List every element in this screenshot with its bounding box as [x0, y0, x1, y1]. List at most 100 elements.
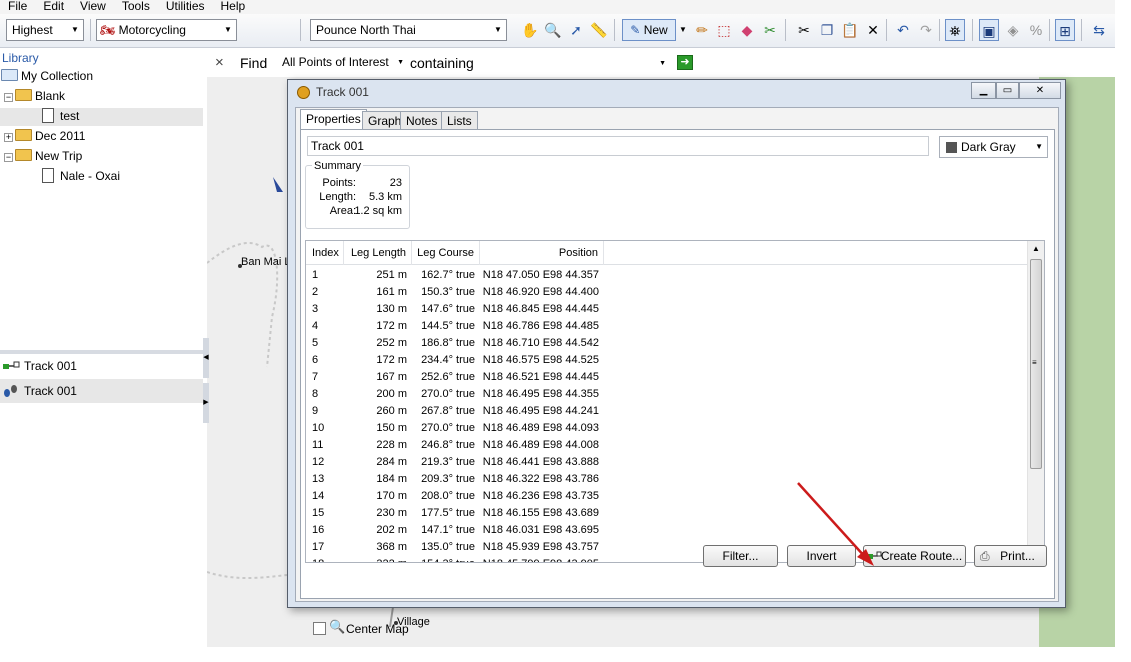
collapse-icon[interactable]: − — [4, 93, 13, 102]
table-row[interactable]: 1 251 m 162.7° true N18 47.050 E98 44.357 — [306, 267, 1028, 284]
collapse-icon[interactable]: − — [4, 153, 13, 162]
table-row[interactable]: 14 170 m 208.0° true N18 46.236 E98 43.735 — [306, 488, 1028, 505]
tree-item-test[interactable]: test — [0, 108, 203, 126]
table-row[interactable]: 3 130 m 147.6° true N18 46.845 E98 44.445 — [306, 301, 1028, 318]
tree-item-nale-oxai[interactable]: Nale - Oxai — [42, 168, 120, 184]
track-list-item-selected[interactable]: Track 001 — [0, 379, 203, 403]
measure-ruler-icon[interactable]: 📏 — [589, 19, 609, 41]
print-button[interactable]: ⎙ Print... — [974, 545, 1047, 567]
3d-view-icon[interactable]: ◈ — [1003, 19, 1023, 41]
find-binoculars-icon[interactable]: ⛯ — [945, 19, 965, 41]
tab-lists[interactable]: Lists — [441, 111, 478, 130]
tree-item-blank[interactable]: − Blank — [4, 88, 65, 104]
column-header-index[interactable]: Index — [306, 241, 344, 265]
table-row[interactable]: 10 150 m 270.0° true N18 46.489 E98 44.093 — [306, 420, 1028, 437]
tree-item-label: My Collection — [21, 69, 94, 83]
track-points-table[interactable]: Index Leg Length Leg Course Position 1 25… — [305, 240, 1045, 563]
percent-view-icon[interactable]: % — [1026, 19, 1046, 41]
copy-icon[interactable]: ❐ — [817, 19, 837, 41]
track-list-item[interactable]: Track 001 — [0, 354, 203, 378]
menu-view[interactable]: View — [72, 0, 114, 14]
eraser-icon[interactable]: ◆ — [737, 19, 757, 41]
tab-notes[interactable]: Notes — [400, 111, 444, 130]
tree-item-dec-2011[interactable]: + Dec 2011 — [4, 128, 85, 144]
menu-utilities[interactable]: Utilities — [158, 0, 213, 14]
new-button[interactable]: ✎ New — [622, 19, 676, 41]
cell-leg-length: 251 m — [376, 269, 407, 281]
redo-icon[interactable]: ↷ — [916, 19, 936, 41]
select-arrow-icon[interactable]: ➚ — [566, 19, 586, 41]
table-row[interactable]: 5 252 m 186.8° true N18 46.710 E98 44.542 — [306, 335, 1028, 352]
column-header-leg-course[interactable]: Leg Course — [412, 241, 480, 265]
table-row[interactable]: 12 284 m 219.3° true N18 46.441 E98 43.888 — [306, 454, 1028, 471]
table-row[interactable]: 7 167 m 252.6° true N18 46.521 E98 44.445 — [306, 369, 1028, 386]
track-name-input[interactable]: Track 001 — [307, 136, 929, 156]
map-source-select[interactable]: Pounce North Thai ▼ — [310, 19, 507, 41]
tree-item-label: New Trip — [35, 149, 83, 163]
search-input[interactable]: containing ▼ — [408, 53, 670, 74]
menu-file[interactable]: File — [0, 0, 35, 14]
table-row[interactable]: 15 230 m 177.5° true N18 46.155 E98 43.689 — [306, 505, 1028, 522]
2d-view-icon[interactable]: ▣ — [979, 19, 999, 41]
invert-button[interactable]: Invert — [787, 545, 856, 567]
hand-tool-icon[interactable]: ✋ — [520, 19, 540, 41]
column-header-leg-length[interactable]: Leg Length — [344, 241, 412, 265]
activity-select[interactable]: 🏍 Motorcycling ▼ — [96, 19, 237, 41]
table-row[interactable]: 11 228 m 246.8° true N18 46.489 E98 44.008 — [306, 437, 1028, 454]
new-dropdown-arrow[interactable]: ▼ — [678, 19, 688, 41]
center-map-checkbox[interactable] — [313, 622, 326, 635]
expand-panel-handle[interactable]: ▶ — [203, 383, 209, 423]
table-row[interactable]: 8 200 m 270.0° true N18 46.495 E98 44.355 — [306, 386, 1028, 403]
close-find-icon[interactable]: × — [215, 54, 224, 71]
expand-icon[interactable]: + — [4, 133, 13, 142]
cell-index: 4 — [312, 320, 319, 332]
select-region-icon[interactable]: ⬚ — [714, 19, 734, 41]
draw-pencil-icon[interactable]: ✏ — [692, 19, 712, 41]
zoom-tool-icon[interactable]: 🔍 — [543, 19, 563, 41]
table-row[interactable]: 13 184 m 209.3° true N18 46.322 E98 43.786 — [306, 471, 1028, 488]
table-row[interactable]: 6 172 m 234.4° true N18 46.575 E98 44.525 — [306, 352, 1028, 369]
quality-select[interactable]: Highest ▼ — [6, 19, 84, 41]
maximize-button[interactable]: ▭ — [996, 82, 1019, 99]
cell-index: 5 — [312, 337, 319, 349]
cut-icon[interactable]: ✂ — [794, 19, 814, 41]
go-search-button[interactable]: ➜ — [677, 55, 693, 70]
tree-item-my-collection[interactable]: My Collection — [1, 68, 93, 84]
toolbar-separator — [886, 19, 887, 41]
create-route-button[interactable]: Create Route... — [863, 545, 966, 567]
collapse-panel-handle[interactable]: ◀ — [203, 338, 209, 378]
paste-icon[interactable]: 📋 — [840, 19, 860, 41]
minimize-button[interactable]: ▁ — [971, 82, 996, 99]
scrollbar-thumb[interactable]: ≡ — [1030, 259, 1042, 469]
find-bar: × Find All Points of Interest ▼ containi… — [207, 49, 1115, 77]
table-row[interactable]: 4 172 m 144.5° true N18 46.786 E98 44.485 — [306, 318, 1028, 335]
menu-help[interactable]: Help — [213, 0, 254, 14]
map-frame-icon[interactable]: ⊞ — [1055, 19, 1075, 41]
undo-icon[interactable]: ↶ — [893, 19, 913, 41]
table-row[interactable]: 2 161 m 150.3° true N18 46.920 E98 44.400 — [306, 284, 1028, 301]
scroll-up-icon[interactable]: ▲ — [1032, 244, 1040, 253]
close-button[interactable]: ✕ — [1019, 82, 1061, 99]
document-icon — [42, 108, 54, 123]
column-header-position[interactable]: Position — [480, 241, 604, 265]
menu-tools[interactable]: Tools — [114, 0, 158, 14]
split-scissors-icon[interactable]: ✂ — [760, 19, 780, 41]
tree-item-new-trip[interactable]: − New Trip — [4, 148, 82, 164]
cell-position: N18 46.155 E98 43.689 — [482, 507, 599, 519]
table-scrollbar[interactable]: ▲ ≡ ▼ — [1027, 241, 1044, 562]
device-transfer-icon[interactable]: ⇆ — [1089, 19, 1109, 41]
tree-item-label: Dec 2011 — [35, 129, 86, 143]
menu-edit[interactable]: Edit — [35, 0, 72, 14]
filter-button[interactable]: Filter... — [703, 545, 778, 567]
tab-properties[interactable]: Properties — [300, 109, 367, 130]
poi-category-select[interactable]: All Points of Interest ▼ — [280, 53, 408, 72]
track-footprints-icon — [4, 385, 17, 397]
cell-index: 9 — [312, 405, 319, 417]
cell-index: 2 — [312, 286, 319, 298]
cell-leg-course: 186.8° true — [421, 337, 475, 349]
table-row[interactable]: 16 202 m 147.1° true N18 46.031 E98 43.695 — [306, 522, 1028, 539]
table-row[interactable]: 9 260 m 267.8° true N18 46.495 E98 44.241 — [306, 403, 1028, 420]
delete-icon[interactable]: ✕ — [863, 19, 883, 41]
cell-position: N18 46.495 E98 44.241 — [482, 405, 599, 417]
track-color-select[interactable]: Dark Gray ▼ — [939, 136, 1048, 158]
